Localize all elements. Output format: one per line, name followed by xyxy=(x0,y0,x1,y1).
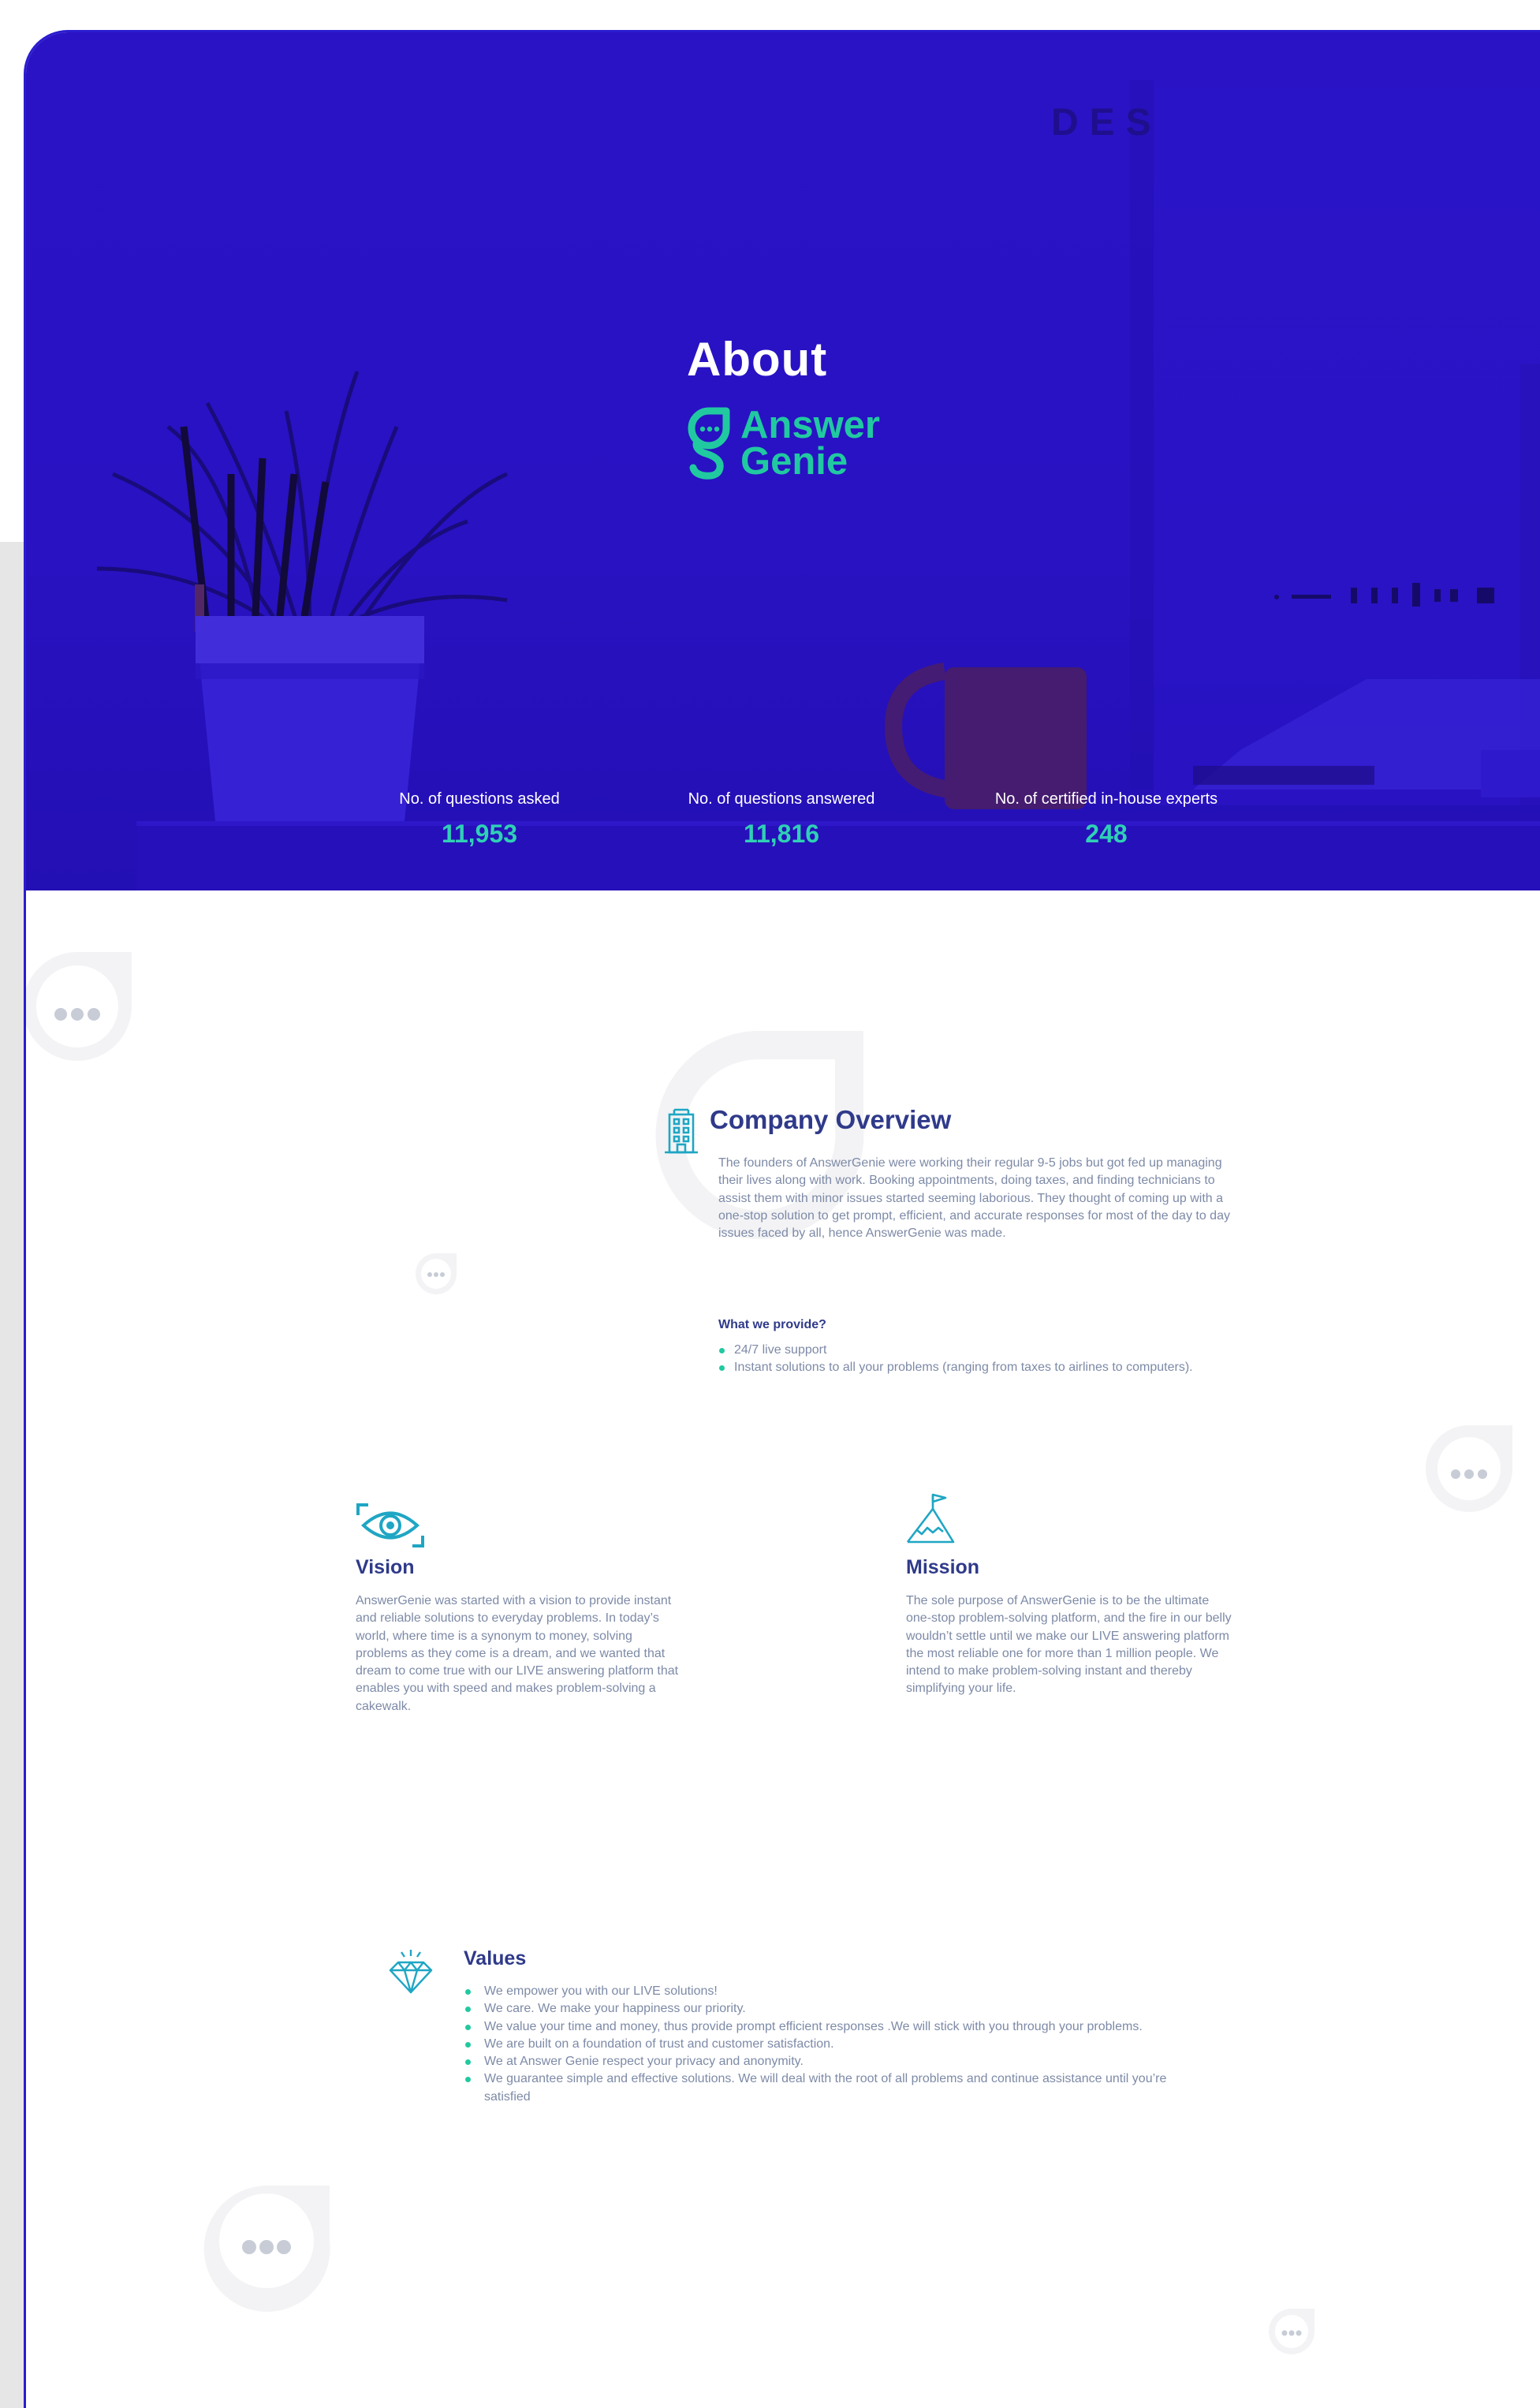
list-item: We guarantee simple and effective soluti… xyxy=(464,2070,1198,2106)
chat-bubble-icon xyxy=(1426,1425,1512,1512)
company-overview-text: The founders of AnswerGenie were working… xyxy=(718,1156,1230,1241)
mountain-flag-icon xyxy=(906,1493,955,1544)
diamond-icon xyxy=(389,1950,433,1994)
stat-certified-experts: No. of certified in-house experts 248 xyxy=(953,790,1260,849)
mission-heading: Mission xyxy=(906,1556,980,1578)
list-item: We care. We make your happiness our prio… xyxy=(464,2000,1198,2018)
stat-label: No. of certified in-house experts xyxy=(994,790,1218,808)
stat-value: 11,953 xyxy=(441,819,518,848)
stat-label: No. of questions answered xyxy=(688,790,875,808)
list-item: We are built on a foundation of trust an… xyxy=(464,2036,1198,2053)
page-title: About xyxy=(687,333,828,386)
chat-bubble-icon xyxy=(26,952,132,1061)
brand-logo[interactable]: Answer Genie xyxy=(685,401,914,488)
stat-label: No. of questions asked xyxy=(399,790,560,808)
list-item: We value your time and money, thus provi… xyxy=(464,2018,1198,2036)
vision-heading: Vision xyxy=(356,1556,415,1578)
building-icon xyxy=(665,1108,698,1154)
stat-value: 11,816 xyxy=(743,819,820,848)
left-gray-strip xyxy=(0,542,25,2408)
company-overview-heading: Company Overview xyxy=(710,1105,952,1134)
brand-name-line1: Answer xyxy=(740,404,881,446)
list-item: 24/7 live support xyxy=(718,1342,1270,1359)
values-heading: Values xyxy=(464,1947,527,1969)
stat-value: 248 xyxy=(1085,819,1128,848)
list-item: We at Answer Genie respect your privacy … xyxy=(464,2053,1198,2070)
brand-name-line2: Genie xyxy=(740,440,848,483)
chat-bubble-icon xyxy=(416,1253,457,1294)
what-we-provide-list: 24/7 live support Instant solutions to a… xyxy=(718,1342,1270,1377)
mission-text: The sole purpose of AnswerGenie is to be… xyxy=(906,1594,1232,1696)
eye-icon xyxy=(356,1503,424,1547)
values-list: We empower you with our LIVE solutions! … xyxy=(464,1983,1198,2106)
list-item: Instant solutions to all your problems (… xyxy=(718,1359,1270,1376)
hero-banner: DES About Answer Genie No. of questions … xyxy=(26,32,1540,890)
stat-questions-answered: No. of questions answered 11,816 xyxy=(647,790,915,849)
chat-bubble-icon xyxy=(203,2186,330,2312)
chat-bubble-icon xyxy=(1269,2309,1314,2354)
brand-logo-icon xyxy=(688,407,730,480)
what-we-provide-heading: What we provide? xyxy=(718,1318,826,1331)
list-item: We empower you with our LIVE solutions! xyxy=(464,1983,1198,2000)
stat-questions-asked: No. of questions asked 11,953 xyxy=(345,790,613,849)
page-frame: DES About Answer Genie No. of questions … xyxy=(24,30,1540,2408)
vision-text: AnswerGenie was started with a vision to… xyxy=(356,1594,679,1713)
